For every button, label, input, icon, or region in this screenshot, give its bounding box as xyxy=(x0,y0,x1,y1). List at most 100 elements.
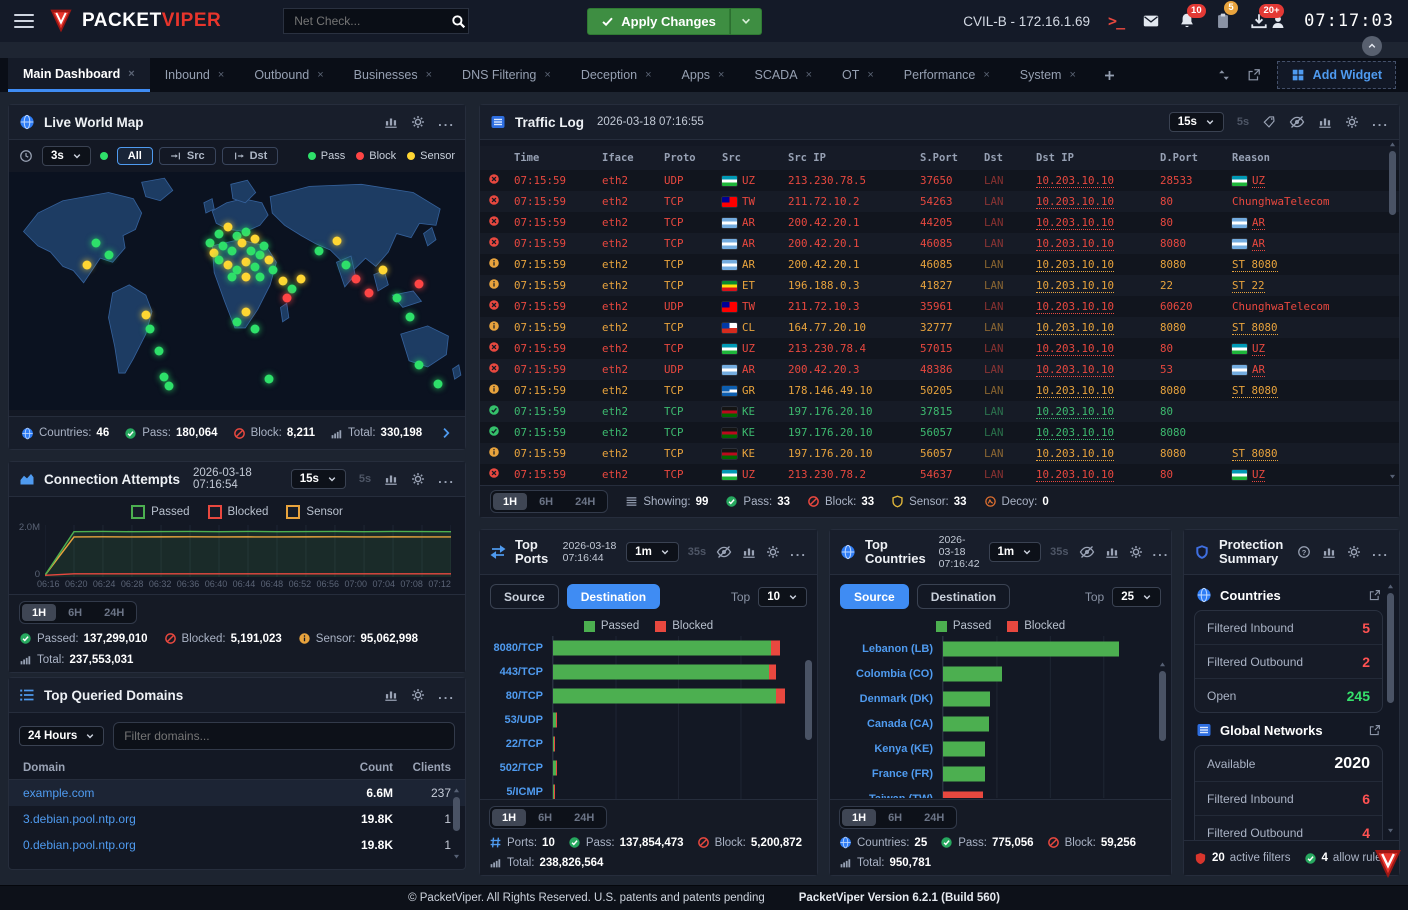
scroll-up-icon[interactable] xyxy=(1388,140,1397,149)
apply-changes-button[interactable]: Apply Changes xyxy=(587,8,730,35)
tag-filter-icon[interactable] xyxy=(1262,115,1276,129)
tab-dns-filtering[interactable]: DNS Filtering× xyxy=(447,58,566,92)
range-6h-button[interactable]: 6H xyxy=(529,493,563,510)
domains-scrollbar[interactable] xyxy=(451,786,462,861)
range-24h-button[interactable]: 24H xyxy=(914,809,954,826)
table-row[interactable]: 07:15:59eth2TCPUZ213.230.78.457015LAN10.… xyxy=(480,338,1399,359)
chart-view-icon[interactable] xyxy=(742,545,756,559)
legend-item-blocked[interactable]: Blocked xyxy=(1007,620,1065,632)
gear-icon[interactable] xyxy=(411,688,425,702)
scroll-up-icon[interactable] xyxy=(452,786,461,795)
brand-logo[interactable]: PACKETVIPER xyxy=(48,7,221,35)
column-iface[interactable]: Iface xyxy=(602,152,664,164)
table-row[interactable]: 07:15:59eth2TCPUZ213.230.78.254637LAN10.… xyxy=(480,464,1399,485)
external-link-icon[interactable] xyxy=(1368,724,1381,737)
mail-button[interactable] xyxy=(1142,12,1160,30)
mode-source-button[interactable]: Source xyxy=(490,584,559,609)
scrollbar-thumb[interactable] xyxy=(1387,593,1394,703)
chart-view-icon[interactable] xyxy=(1322,545,1336,559)
tab-deception[interactable]: Deception× xyxy=(566,58,667,92)
column-src-ip[interactable]: Src IP xyxy=(788,152,920,164)
terminal-icon[interactable]: >_ xyxy=(1108,12,1124,30)
tasks-button[interactable]: 5 xyxy=(1214,12,1232,30)
scrollbar-thumb[interactable] xyxy=(1159,671,1166,741)
apply-changes-caret-button[interactable] xyxy=(730,8,762,35)
table-row[interactable]: 07:15:59eth2TCPAR200.42.20.146085LAN10.2… xyxy=(480,254,1399,275)
tab-close-icon[interactable]: × xyxy=(317,69,323,81)
add-widget-button[interactable]: Add Widget xyxy=(1277,61,1396,89)
traffic-scrollbar[interactable] xyxy=(1387,140,1398,481)
tab-close-icon[interactable]: × xyxy=(718,69,724,81)
column-dst-ip[interactable]: Dst IP xyxy=(1036,152,1160,164)
column-dst[interactable]: Dst xyxy=(984,152,1036,164)
table-row[interactable]: 07:15:59eth2TCPTW211.72.10.254263LAN10.2… xyxy=(480,191,1399,212)
legend-item-sensor[interactable]: Sensor xyxy=(286,505,342,519)
tab-close-icon[interactable]: × xyxy=(806,69,812,81)
map-filter-dst[interactable]: Dst xyxy=(222,147,279,165)
list-item[interactable]: 3.debian.pool.ntp.org19.8K1 xyxy=(9,806,465,832)
top-n-select[interactable]: 10 xyxy=(758,587,807,607)
gear-icon[interactable] xyxy=(411,115,425,129)
traffic-interval-select[interactable]: 15s xyxy=(1169,112,1224,132)
chart-view-icon[interactable] xyxy=(1105,545,1119,559)
scroll-up-icon[interactable] xyxy=(1386,582,1395,591)
chart-view-icon[interactable] xyxy=(384,688,398,702)
table-row[interactable]: 07:15:59eth2TCPGR178.146.49.1050205LAN10… xyxy=(480,380,1399,401)
sort-tabs-icon[interactable] xyxy=(1217,68,1231,82)
column-time[interactable]: Time xyxy=(514,152,602,164)
gear-icon[interactable] xyxy=(1347,545,1361,559)
scrollbar-thumb[interactable] xyxy=(1389,151,1396,215)
mode-source-button[interactable]: Source xyxy=(840,584,909,609)
mode-destination-button[interactable]: Destination xyxy=(567,584,660,609)
tab-ot[interactable]: OT× xyxy=(827,58,889,92)
eye-off-icon[interactable] xyxy=(716,544,732,560)
range-6h-button[interactable]: 6H xyxy=(528,809,562,826)
list-item[interactable]: example.com6.6M237 xyxy=(9,780,465,806)
legend-item-blocked[interactable]: Blocked xyxy=(208,505,269,519)
legend-item-passed[interactable]: Passed xyxy=(584,620,639,632)
table-row[interactable]: 07:15:59eth2UDPAR200.42.20.348386LAN10.2… xyxy=(480,359,1399,380)
new-tab-button[interactable] xyxy=(1091,58,1128,92)
tab-system[interactable]: System× xyxy=(1005,58,1091,92)
menu-icon[interactable] xyxy=(14,10,34,32)
chart-view-icon[interactable] xyxy=(384,472,398,486)
search-input[interactable] xyxy=(292,13,451,29)
range-6h-button[interactable]: 6H xyxy=(878,809,912,826)
domains-period-select[interactable]: 24 Hours xyxy=(19,726,104,746)
notifications-button[interactable]: 10 xyxy=(1178,12,1196,30)
range-24h-button[interactable]: 24H xyxy=(564,809,604,826)
table-row[interactable]: 07:15:59eth2UDPTW211.72.10.335961LAN10.2… xyxy=(480,296,1399,317)
tab-close-icon[interactable]: × xyxy=(645,69,651,81)
reports-button[interactable]: 20+ xyxy=(1250,12,1286,30)
tab-businesses[interactable]: Businesses× xyxy=(339,58,447,92)
legend-item-passed[interactable]: Passed xyxy=(131,505,189,519)
scroll-up-icon[interactable] xyxy=(1158,660,1167,669)
tab-close-icon[interactable]: × xyxy=(218,69,224,81)
range-1h-button[interactable]: 1H xyxy=(493,493,527,510)
tab-close-icon[interactable]: × xyxy=(426,69,432,81)
tab-outbound[interactable]: Outbound× xyxy=(239,58,338,92)
tab-main-dashboard[interactable]: Main Dashboard× xyxy=(8,58,150,92)
tab-performance[interactable]: Performance× xyxy=(889,58,1005,92)
table-row[interactable]: 07:15:59eth2TCPAR200.42.20.144205LAN10.2… xyxy=(480,212,1399,233)
range-24h-button[interactable]: 24H xyxy=(565,493,605,510)
table-row[interactable]: 07:15:59eth2TCPCL164.77.20.1032777LAN10.… xyxy=(480,317,1399,338)
scrollbar-thumb[interactable] xyxy=(805,660,812,740)
eye-off-icon[interactable] xyxy=(1079,544,1095,560)
legend-item-passed[interactable]: Passed xyxy=(936,620,991,632)
protection-scrollbar[interactable] xyxy=(1385,582,1396,835)
range-1h-button[interactable]: 1H xyxy=(22,604,56,621)
net-check-search[interactable] xyxy=(283,8,469,34)
domains-filter-input[interactable] xyxy=(113,722,455,750)
column-proto[interactable]: Proto xyxy=(664,152,722,164)
legend-item-blocked[interactable]: Blocked xyxy=(655,620,713,632)
eye-off-icon[interactable] xyxy=(1289,114,1305,130)
mode-destination-button[interactable]: Destination xyxy=(917,584,1010,609)
chart-view-icon[interactable] xyxy=(1318,115,1332,129)
top-n-select[interactable]: 25 xyxy=(1112,587,1161,607)
tab-close-icon[interactable]: × xyxy=(544,69,550,81)
domain-link[interactable]: 3.debian.pool.ntp.org xyxy=(23,812,323,826)
export-icon[interactable] xyxy=(1247,68,1261,82)
list-item[interactable]: 0.debian.pool.ntp.org19.8K1 xyxy=(9,832,465,858)
gear-icon[interactable] xyxy=(1129,545,1143,559)
